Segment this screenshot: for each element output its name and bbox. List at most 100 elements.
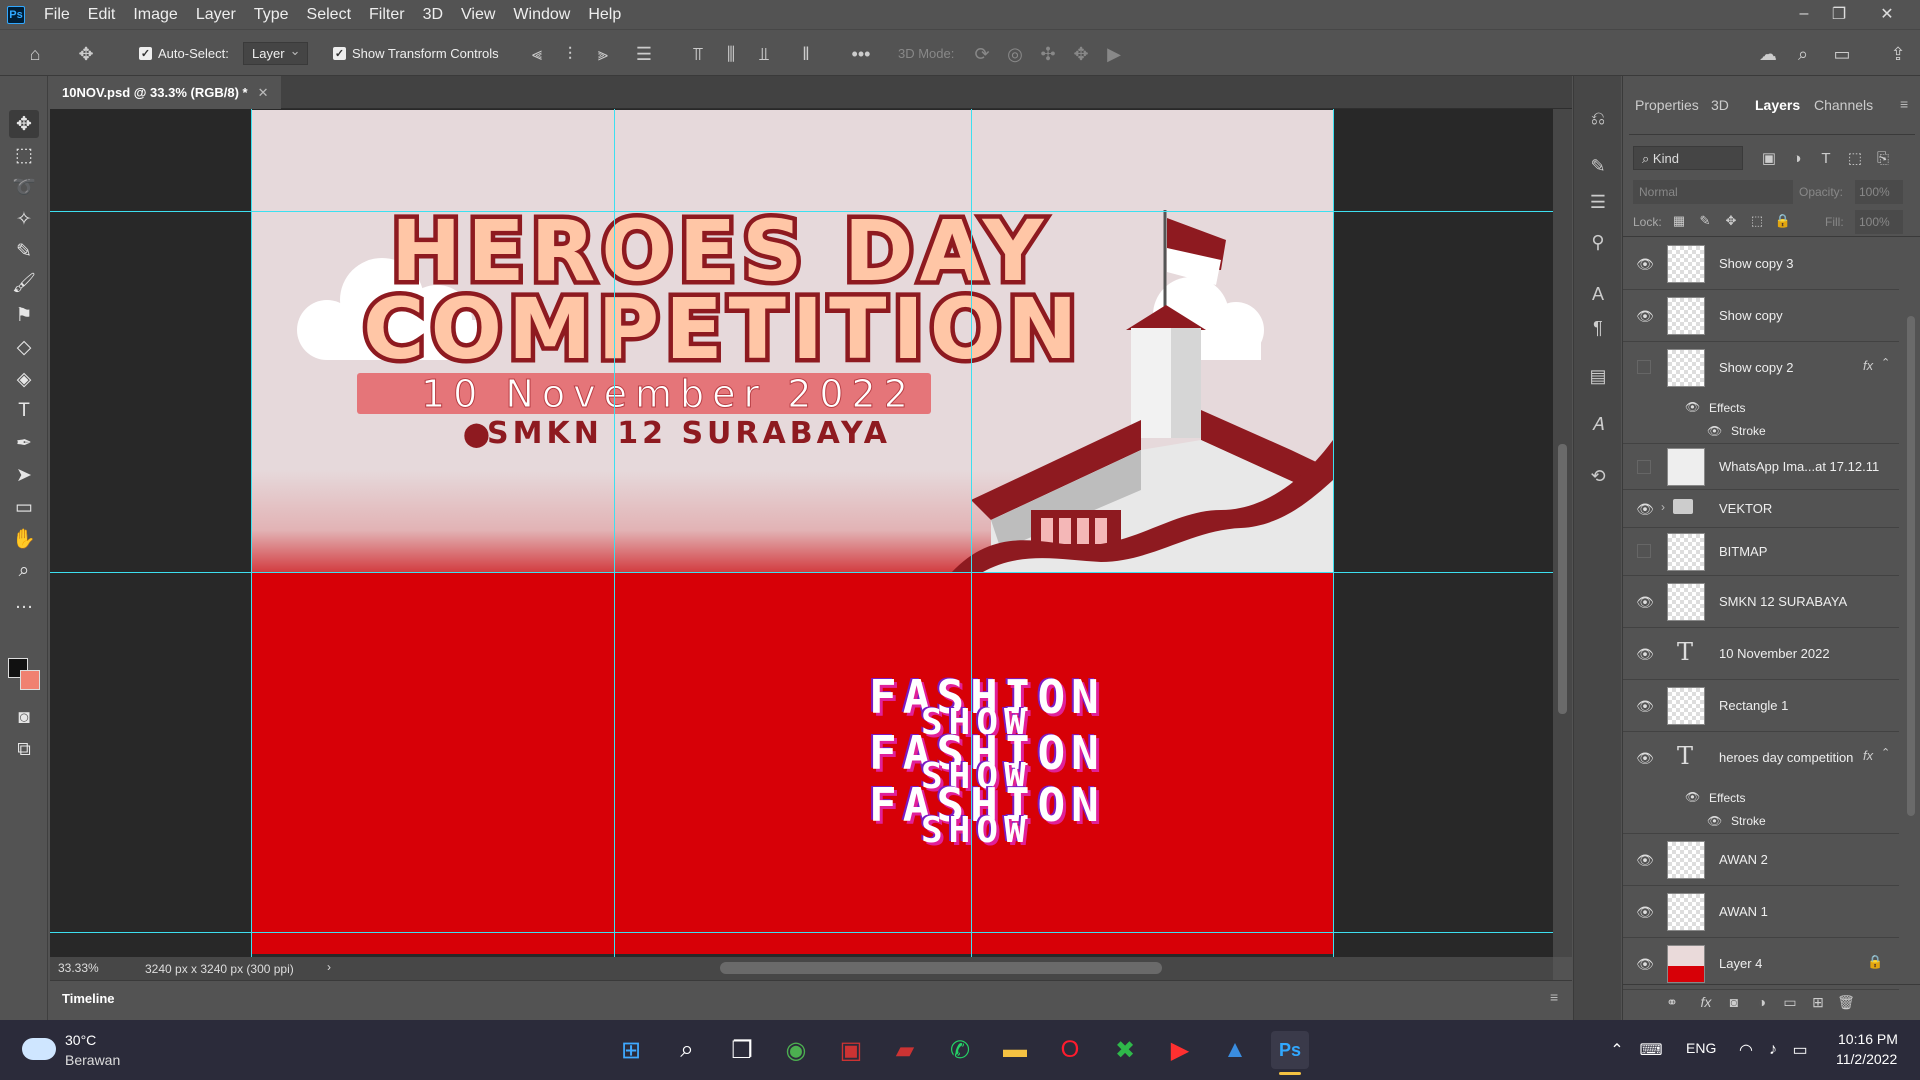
opacity-input[interactable]: 100% [1855, 180, 1903, 204]
layer-row[interactable]: 👁 AWAN 1 [1623, 886, 1899, 938]
more-options-icon[interactable]: ••• [848, 42, 874, 66]
filter-type-icon[interactable]: T [1814, 146, 1838, 170]
chrome-icon[interactable]: ◉ [777, 1031, 815, 1069]
eraser-tool-icon[interactable]: ◇ [9, 333, 39, 361]
glyphs-icon[interactable]: ▤ [1584, 362, 1612, 390]
share-cloud-icon[interactable]: ☁ [1755, 42, 1781, 66]
menu-help[interactable]: Help [579, 6, 630, 24]
menu-view[interactable]: View [452, 6, 504, 24]
layer-row[interactable]: 👁 Rectangle 1 [1623, 680, 1899, 732]
layer-row[interactable]: 👁 Show copy [1623, 290, 1899, 342]
fx-indicator[interactable]: fx [1863, 748, 1873, 763]
workspace-icon[interactable]: ▭ [1827, 42, 1857, 66]
home-icon[interactable]: ⌂ [22, 42, 48, 66]
history-icon[interactable]: ⎌ [1584, 104, 1612, 132]
visibility-eye-icon[interactable]: 👁 [1636, 852, 1654, 868]
adjustments-icon[interactable]: ☰ [1584, 188, 1612, 216]
magic-wand-icon[interactable]: ✧ [9, 205, 39, 233]
taskbar-search-icon[interactable]: ⌕ [668, 1031, 706, 1069]
menu-file[interactable]: File [35, 6, 79, 24]
fill-input[interactable]: 100% [1855, 210, 1903, 234]
photos-icon[interactable]: ▲ [1216, 1031, 1254, 1069]
restore-icon[interactable]: ❐ [1822, 0, 1856, 28]
canvas-workspace[interactable]: HEROES DAY COMPETITION 10 November 2022 … [50, 109, 1553, 957]
brush-settings-icon[interactable]: ✎ [1584, 152, 1612, 180]
visibility-off-box[interactable] [1637, 360, 1651, 374]
zoom-level[interactable]: 33.33% [58, 961, 99, 975]
more-tools-icon[interactable]: … [9, 589, 39, 617]
align-left-icon[interactable]: ⫷ [525, 42, 549, 66]
photoshop-taskbar-icon[interactable]: Ps [1271, 1031, 1309, 1069]
close-icon[interactable]: ✕ [1870, 0, 1904, 28]
layer-row[interactable]: 👁 › VEKTOR [1623, 490, 1899, 528]
lock-position-icon[interactable]: ✥ [1721, 210, 1741, 232]
align-center-icon[interactable]: ⫶ [558, 42, 582, 66]
quick-mask-icon[interactable]: ◙ [9, 704, 39, 732]
libraries-icon[interactable]: ⟲ [1584, 462, 1612, 490]
character-styles-icon[interactable]: 𝐴 [1584, 410, 1612, 438]
share-icon[interactable]: ⇪ [1885, 42, 1911, 66]
app-icon[interactable]: ▣ [832, 1031, 870, 1069]
filter-adjustment-icon[interactable]: ◑ [1785, 146, 1809, 170]
status-arrow-icon[interactable]: › [327, 960, 331, 974]
filter-pixel-icon[interactable]: ▣ [1757, 146, 1781, 170]
delete-layer-icon[interactable]: 🗑 [1835, 991, 1857, 1013]
lock-artboard-icon[interactable]: ⬚ [1747, 210, 1767, 232]
show-hidden-icons[interactable]: ⌃ [1598, 1031, 1636, 1069]
filter-smart-object-icon[interactable]: ⎘ [1871, 146, 1895, 170]
task-view-icon[interactable]: ❐ [723, 1031, 761, 1069]
layer-row[interactable]: 👁 T heroes day competition fx ⌃ [1623, 732, 1899, 784]
paint-bucket-icon[interactable]: ◈ [9, 365, 39, 393]
stroke-eye-icon[interactable]: 👁 [1707, 814, 1722, 828]
3d-roll-icon[interactable]: ◎ [1003, 42, 1027, 66]
language-indicator[interactable]: ENG [1686, 1040, 1716, 1056]
visibility-eye-icon[interactable]: 👁 [1636, 308, 1654, 324]
clone-source-icon[interactable]: ⚲ [1584, 228, 1612, 256]
layer-row[interactable]: Show copy 2 fx ⌃ [1623, 342, 1899, 394]
collapse-effects-icon[interactable]: ⌃ [1881, 356, 1890, 369]
show-transform-checkbox[interactable]: ✓ Show Transform Controls [333, 30, 499, 77]
3d-orbit-icon[interactable]: ⟳ [970, 42, 994, 66]
auto-select-checkbox[interactable]: ✓ Auto-Select: [139, 30, 229, 77]
3d-slide-icon[interactable]: ✥ [1069, 42, 1093, 66]
layer-row[interactable]: 👁 AWAN 2 [1623, 834, 1899, 886]
clock-time[interactable]: 10:16 PM [1838, 1031, 1898, 1047]
fx-indicator[interactable]: fx [1863, 358, 1873, 373]
align-right-icon[interactable]: ⫸ [591, 42, 615, 66]
tab-3d[interactable]: 3D [1711, 76, 1729, 134]
visibility-eye-icon[interactable]: 👁 [1636, 501, 1654, 517]
visibility-eye-icon[interactable]: 👁 [1636, 646, 1654, 662]
menu-select[interactable]: Select [298, 6, 360, 24]
background-color-swatch[interactable] [20, 670, 40, 690]
lock-all-icon[interactable]: 🔒 [1773, 210, 1793, 232]
search-icon[interactable]: ⌕ [1791, 42, 1815, 66]
panel-menu-icon[interactable]: ≡ [1900, 96, 1908, 112]
layer-row[interactable]: 👁 SMKN 12 SURABAYA [1623, 576, 1899, 628]
visibility-eye-icon[interactable]: 👁 [1636, 594, 1654, 610]
visibility-eye-icon[interactable]: 👁 [1636, 750, 1654, 766]
align-middle-icon[interactable]: ⫼ [719, 42, 743, 66]
xbox-icon[interactable]: ✖ [1106, 1031, 1144, 1069]
tab-channels[interactable]: Channels [1814, 76, 1873, 134]
layer-row[interactable]: 👁 Show copy 3 [1623, 238, 1899, 290]
type-tool-icon[interactable]: T [9, 397, 39, 425]
align-top-icon[interactable]: ⫪ [686, 42, 710, 66]
visibility-eye-icon[interactable]: 👁 [1636, 256, 1654, 272]
path-select-icon[interactable]: ➤ [9, 461, 39, 489]
layer-row[interactable]: 👁 Layer 4 🔒 [1623, 938, 1899, 990]
new-group-icon[interactable]: ▭ [1779, 991, 1801, 1013]
stroke-eye-icon[interactable]: 👁 [1707, 424, 1722, 438]
visibility-eye-icon[interactable]: 👁 [1636, 956, 1654, 972]
zoom-tool-icon[interactable]: ⌕ [9, 557, 39, 585]
visibility-off-box[interactable] [1637, 460, 1651, 474]
3d-pan-icon[interactable]: ✣ [1036, 42, 1060, 66]
marquee-tool-icon[interactable]: ⬚ [9, 141, 39, 169]
youtube-music-icon[interactable]: ▶ [1161, 1031, 1199, 1069]
menu-3d[interactable]: 3D [414, 6, 452, 24]
move-tool-icon[interactable]: ✥ [74, 42, 98, 66]
screen-mode-icon[interactable]: ⧉ [9, 736, 39, 764]
menu-edit[interactable]: Edit [79, 6, 125, 24]
kind-filter-dropdown[interactable]: ⌕ Kind [1633, 146, 1743, 170]
rectangle-tool-icon[interactable]: ▭ [9, 493, 39, 521]
expand-group-icon[interactable]: › [1661, 500, 1665, 514]
